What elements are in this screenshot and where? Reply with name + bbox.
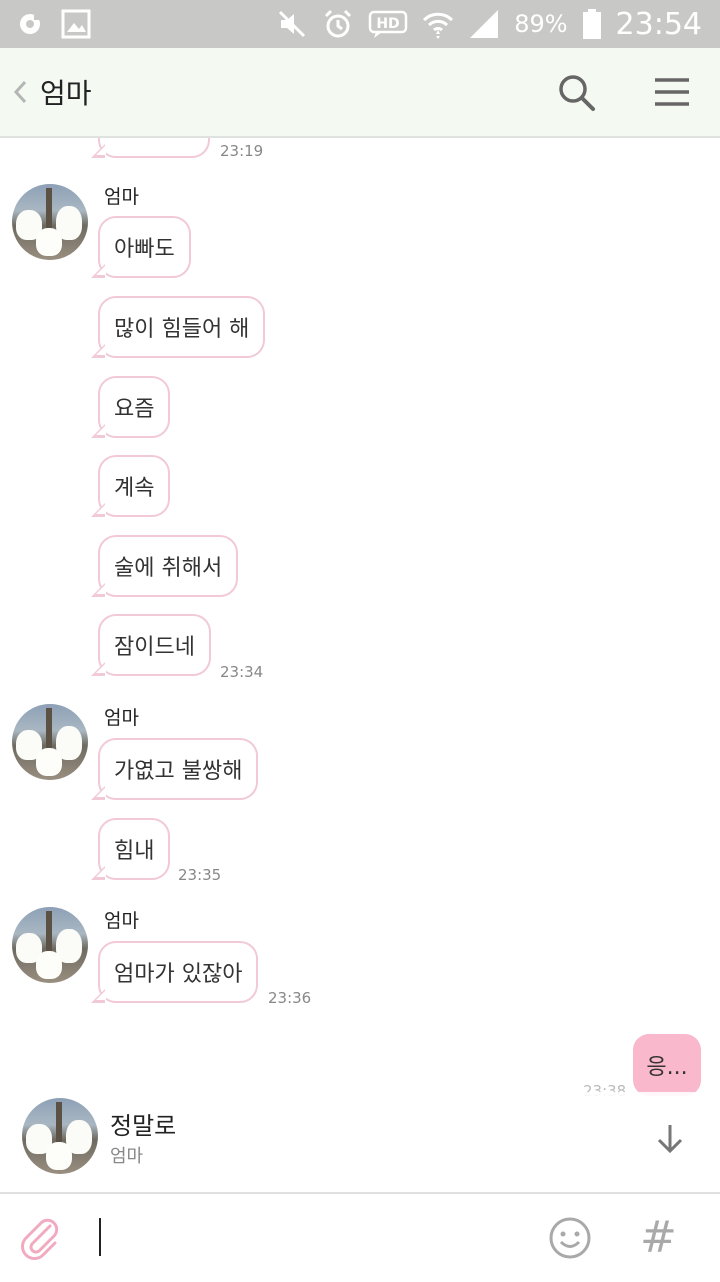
alarm-icon <box>325 9 352 38</box>
hashtag-button[interactable]: # <box>640 1212 677 1263</box>
avatar[interactable] <box>12 907 88 983</box>
message-bubble[interactable]: 가엾고 불쌍해 <box>90 738 259 800</box>
message-bubble[interactable]: 요즘 <box>90 376 171 438</box>
sender-name: 엄마 <box>104 707 139 729</box>
message-time: 23:19 <box>220 142 264 160</box>
gallery-notification-icon <box>61 9 91 39</box>
message-input-bar: # <box>0 1192 720 1282</box>
emoticon-icon[interactable] <box>548 1216 592 1260</box>
message-bubble[interactable]: 엄마가 있잖아 <box>90 941 259 1003</box>
message-bubble[interactable]: 아빠도 <box>91 216 191 278</box>
svg-text:HD: HD <box>377 16 400 32</box>
message-bubble[interactable]: 잠이드네 <box>91 614 211 676</box>
signal-icon <box>470 10 499 38</box>
preview-sender-name: 엄마 <box>110 1146 144 1167</box>
new-message-preview[interactable]: 정말로 엄마 <box>0 1092 720 1192</box>
message-input-field[interactable] <box>99 1218 101 1256</box>
status-bar: HD 89% 23:54 <box>0 0 720 48</box>
message-time: 23:34 <box>220 663 264 681</box>
search-icon[interactable] <box>556 72 596 112</box>
sender-name: 엄마 <box>104 186 139 208</box>
arrow-down-icon[interactable] <box>655 1122 685 1154</box>
avatar[interactable] <box>12 704 88 780</box>
preview-message-text: 정말로 <box>110 1112 177 1140</box>
message-bubble[interactable]: 계속 <box>90 455 171 517</box>
message-list[interactable]: 23:19 엄마 아빠도 많이 힘들어 해 요즘 계속 술에 취해서 잠이드네 … <box>0 138 720 1192</box>
message-bubble[interactable]: 술에 취해서 <box>90 535 239 597</box>
carrier-logo-icon <box>20 12 42 34</box>
battery-icon <box>582 9 601 39</box>
message-bubble[interactable]: 힘내 <box>90 818 171 880</box>
my-message-bubble[interactable]: 응... <box>633 1034 701 1096</box>
message-time: 23:35 <box>178 866 222 884</box>
mute-icon <box>279 10 306 38</box>
avatar[interactable] <box>12 184 88 260</box>
chevron-left-icon[interactable] <box>10 74 30 110</box>
chat-header: 엄마 <box>0 48 720 138</box>
wifi-icon <box>423 12 454 39</box>
message-time: 23:36 <box>268 989 312 1007</box>
hd-voice-icon: HD <box>368 10 408 38</box>
message-bubble-partial[interactable] <box>91 138 210 158</box>
sender-name: 엄마 <box>104 910 139 932</box>
message-bubble[interactable]: 많이 힘들어 해 <box>90 296 266 358</box>
preview-avatar <box>22 1098 98 1174</box>
battery-percent: 89% <box>514 10 568 38</box>
paperclip-icon[interactable] <box>20 1216 60 1260</box>
chat-title: 엄마 <box>40 77 92 110</box>
hamburger-menu-icon[interactable] <box>652 74 692 110</box>
status-time: 23:54 <box>615 6 702 42</box>
